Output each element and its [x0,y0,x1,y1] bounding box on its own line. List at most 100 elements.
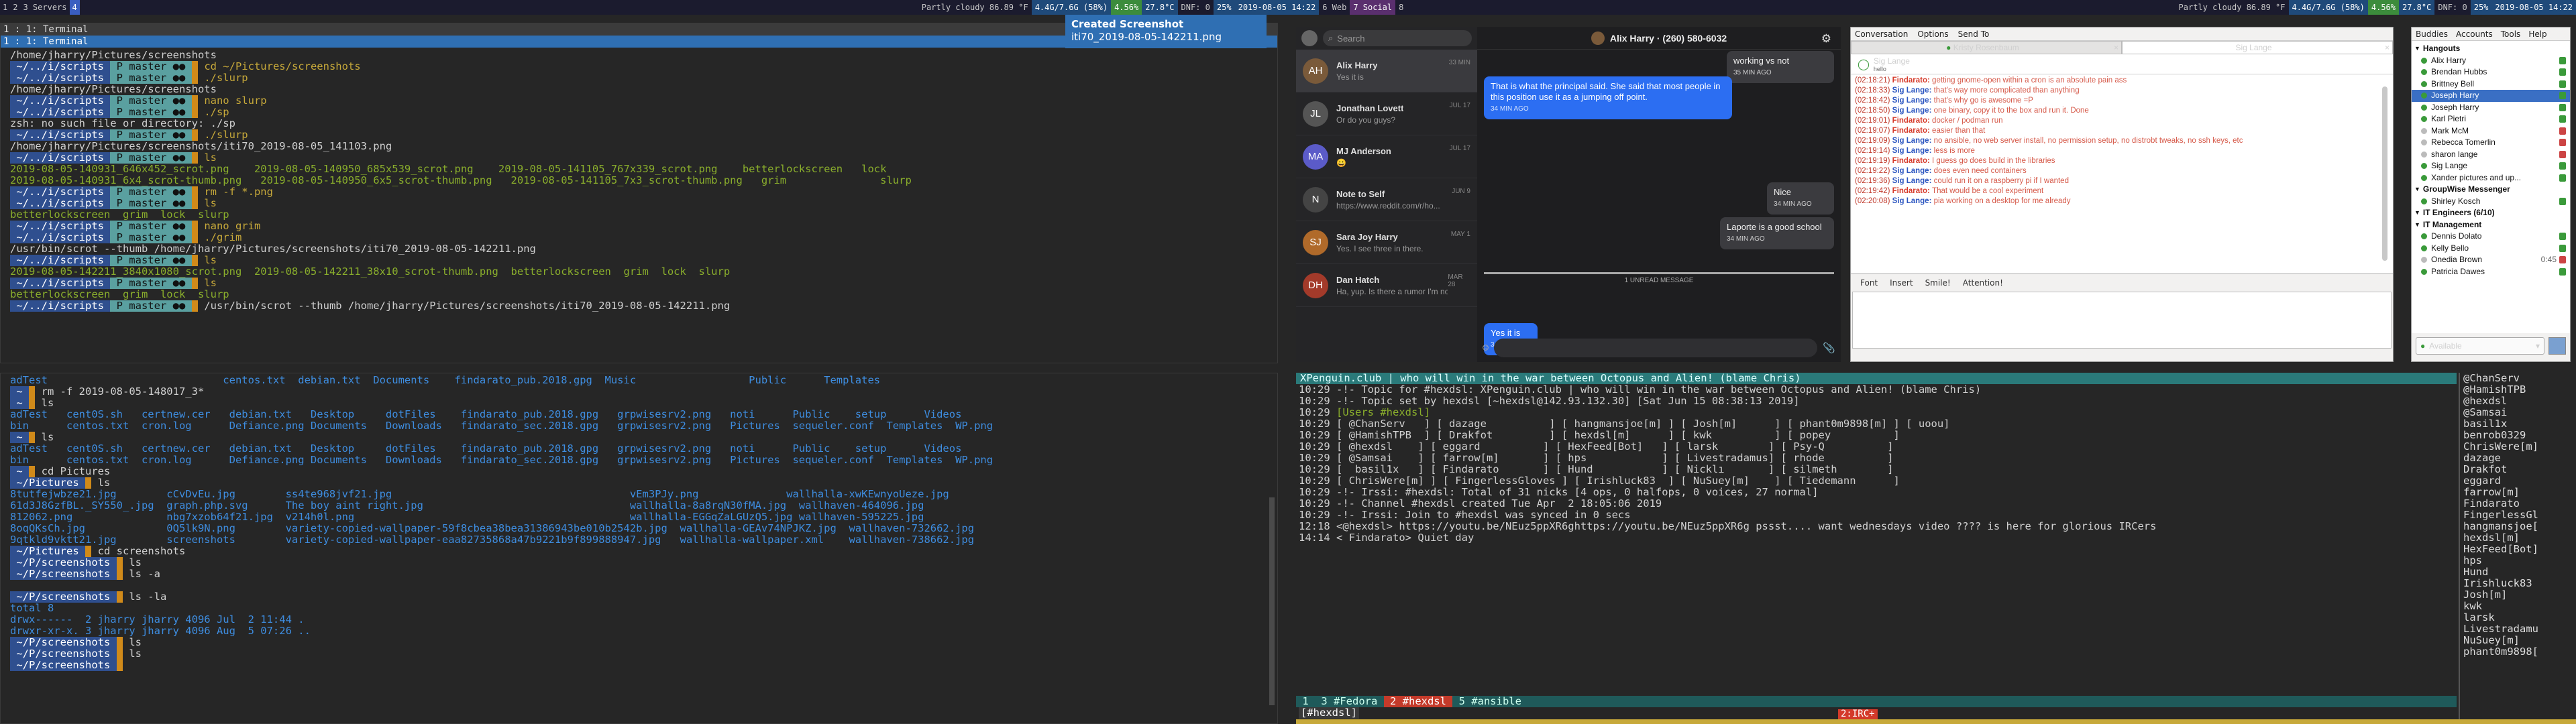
menu-item[interactable]: Tools [2501,29,2521,39]
message-bubble[interactable]: Laporte is a good school 34 MIN AGO [1720,217,1834,249]
nick-item[interactable]: @HamishTPB [2463,384,2574,396]
buddy-item[interactable]: sharon lange [2412,149,2570,161]
expander-icon[interactable]: ▼ [2414,207,2420,219]
nick-item[interactable]: Livestradamu [2463,623,2574,635]
nick-item[interactable]: larsk [2463,612,2574,623]
menu-item[interactable]: Accounts [2456,29,2493,39]
toolbar-button[interactable]: Smile! [1925,278,1951,288]
buddy-item[interactable]: Mark McM [2412,125,2570,137]
nick-item[interactable]: FingerlessGl [2463,509,2574,521]
nick-item[interactable]: NuSuey[m] [2463,635,2574,646]
buddy-item[interactable]: Alix Harry [2412,55,2570,67]
buddy-item[interactable]: Brittney Bell [2412,78,2570,90]
toolbar-button[interactable]: Insert [1890,278,1913,288]
nick-item[interactable]: hps [2463,555,2574,566]
nick-item[interactable]: Hund [2463,566,2574,578]
close-icon[interactable]: × [2385,42,2390,54]
terminal-bottom-left[interactable]: adTest centos.txt debian.txt Documents f… [0,373,1278,724]
conversation-item[interactable]: DH Dan Hatch Ha, yup. Is there a rumor I'm… [1296,264,1477,307]
buddy-item[interactable]: Karl Pietri [2412,113,2570,125]
tab-sig[interactable]: Sig Lange × [2122,41,2393,54]
terminal-output-2[interactable]: adTest centos.txt debian.txt Documents f… [1,373,1277,722]
workspace-3[interactable]: 3 Servers [20,0,69,15]
nick-item[interactable]: farrow[m] [2463,487,2574,498]
irc-window-tab[interactable]: 5 #ansible [1452,696,1527,707]
nick-item[interactable]: hexdsl[m] [2463,532,2574,544]
chat-log-scrollbar[interactable] [2382,86,2387,261]
nick-item[interactable]: benrob0329 [2463,430,2574,441]
terminal-output[interactable]: /home/jharry/Pictures/screenshots ~/../i… [1,48,1277,363]
nick-item[interactable]: phant0m9898[ [2463,646,2574,658]
irc-nicklist[interactable]: @ChanServ @HamishTPB @hexdsl @Samsai basil1x… [2463,373,2574,719]
irc-window-tab[interactable]: 1 [1296,696,1315,707]
irc-window-tab[interactable]: 2 #hexdsl [1383,696,1453,707]
tab-kristy[interactable]: ● Kristy Rosenbaum × [1851,41,2122,54]
nick-item[interactable]: kwk [2463,601,2574,612]
conversation-item[interactable]: AH Alix Harry Yes it is 33 MIN [1296,50,1477,93]
message-bubble[interactable]: Nice 34 MIN AGO [1767,182,1834,215]
attach-icon[interactable]: 📎 [1823,342,1835,354]
menu-item[interactable]: Help [2528,29,2546,39]
terminal-scrollbar[interactable] [1269,497,1275,705]
screenshot-notification[interactable]: Created Screenshot iti70_2019-08-05-1422… [1065,15,1267,48]
buddy-item[interactable]: Rebecca Tomerlin [2412,137,2570,149]
signal-avatar[interactable] [1301,30,1318,46]
buddy-item[interactable]: Sig Lange [2412,160,2570,172]
irc-window-tab[interactable]: 3 #Fedora [1315,696,1384,707]
terminal-top-left[interactable]: 1 : 1: Terminal 1 : 1: Terminal /home/jh… [0,23,1278,363]
buddy-item[interactable]: Joseph Harry [2412,90,2570,102]
buddy-item[interactable]: Brendan Hubbs [2412,66,2570,78]
nick-item[interactable]: Josh[m] [2463,589,2574,601]
signal-search-input[interactable]: ⌕ Search [1323,30,1472,46]
nick-item[interactable]: basil1x [2463,418,2574,430]
buddy-item[interactable]: Joseph Harry [2412,102,2570,114]
buddy-group[interactable]: ▼ IT Engineers (6/10) [2412,207,2570,219]
message-bubble[interactable]: That is what the principal said. She sai… [1484,76,1732,119]
workspace-active[interactable]: 4 [69,0,80,15]
menu-item[interactable]: Options [1917,29,1948,39]
nick-item[interactable]: Findarato [2463,498,2574,509]
chat-log[interactable]: (02:18:21) Findarato: getting gnome-open… [1851,74,2393,274]
close-icon[interactable]: × [2114,42,2118,54]
buddy-item[interactable]: Dennis Dolato [2412,231,2570,243]
workspace-1[interactable]: 1 [0,0,10,15]
buddy-icon[interactable] [2548,337,2566,355]
message-entry[interactable] [1852,292,2392,349]
conversation-item[interactable]: JL Jonathan Lovett Or do you guys? JUL 17 [1296,93,1477,135]
nick-item[interactable]: @Samsai [2463,407,2574,418]
nick-item[interactable]: eggard [2463,475,2574,487]
nick-item[interactable]: HexFeed[Bot] [2463,544,2574,555]
workspace-2[interactable]: 2 [10,0,20,15]
menu-item[interactable]: Conversation [1855,29,1908,39]
nick-item[interactable]: @hexdsl [2463,396,2574,407]
conversation-item[interactable]: SJ Sara Joy Harry Yes. I see three in ther… [1296,221,1477,264]
nick-item[interactable]: Drakfot [2463,464,2574,475]
nick-item[interactable]: Irishluck83 [2463,578,2574,589]
buddy-group[interactable]: ▼ GroupWise Messenger [2412,184,2570,196]
buddy-group[interactable]: ▼ IT Management [2412,219,2570,231]
toolbar-button[interactable]: Attention! [1963,278,2003,288]
toolbar-button[interactable]: Font [1860,278,1878,288]
expander-icon[interactable]: ▼ [2414,219,2420,231]
buddy-item[interactable]: Shirley Kosch [2412,196,2570,208]
conversation-item[interactable]: MA MJ Anderson 😀 JUL 17 [1296,135,1477,178]
nick-item[interactable]: ChrisWere[m] [2463,441,2574,452]
nick-item[interactable]: hangmansjoe[ [2463,521,2574,532]
buddy-item[interactable]: Onedia Brown 0:45 [2412,254,2570,266]
nick-item[interactable]: dazage [2463,452,2574,464]
buddy-group[interactable]: ▼ Hangouts [2412,43,2570,55]
message-input[interactable] [1494,339,1818,357]
buddy-item[interactable]: Kelly Bello [2412,243,2570,255]
buddy-item[interactable]: Xander pictures and up... [2412,172,2570,184]
expander-icon[interactable]: ▼ [2414,43,2420,55]
expander-icon[interactable]: ▼ [2414,184,2420,196]
conversation-item[interactable]: N Note to Self https://www.reddit.com/r/ho… [1296,178,1477,221]
irc-input[interactable]: [#hexdsl] [1299,707,1359,719]
status-selector[interactable]: ● Available ▾ [2416,337,2544,355]
menu-item[interactable]: Send To [1958,29,1990,39]
message-bubble[interactable]: working vs not 35 MIN AGO [1727,51,1834,83]
buddy-item[interactable]: Patricia Dawes [2412,266,2570,278]
emoji-icon[interactable]: ☺ [1483,342,1489,354]
irssi-window[interactable]: XPenguin.club | who will win in the war … [1296,373,2576,724]
irc-messages[interactable]: 10:29 -!- Topic for #hexdsl: XPenguin.cl… [1296,384,2457,672]
